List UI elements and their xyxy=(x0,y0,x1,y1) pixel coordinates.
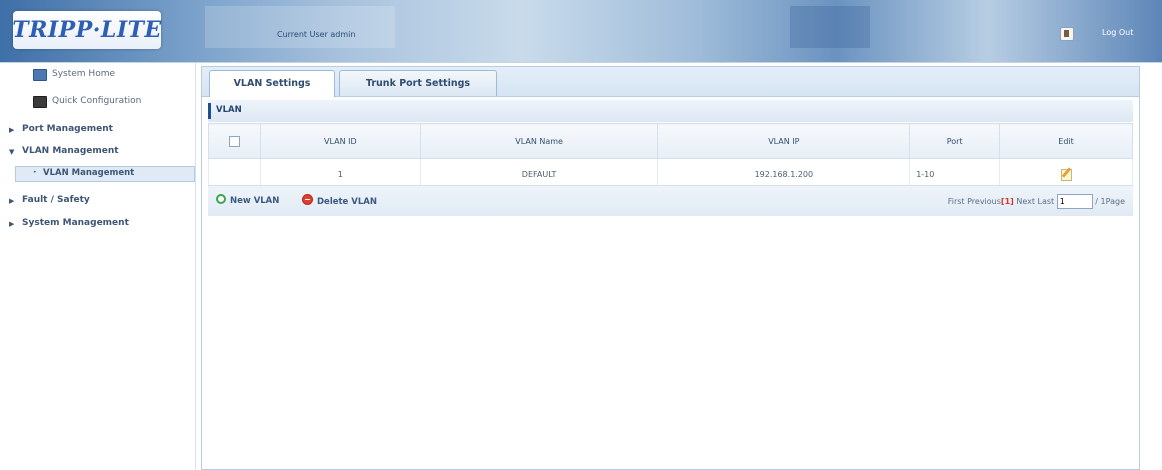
sidebar-item-port-management[interactable]: Port Management xyxy=(22,124,113,134)
pagination: First Previous[1] Next Last / 1Page xyxy=(948,194,1125,209)
table-header-row: VLAN ID VLAN Name VLAN IP Port Edit xyxy=(208,123,1133,159)
vlan-table: VLAN ID VLAN Name VLAN IP Port Edit 1 DE… xyxy=(208,123,1133,190)
expand-arrow-icon[interactable]: ▶ xyxy=(9,126,14,134)
banner-decoration xyxy=(205,6,395,48)
pager-previous-link[interactable]: Previous xyxy=(967,197,1001,206)
delete-vlan-button[interactable]: Delete VLAN xyxy=(302,194,377,207)
section-header: VLAN xyxy=(208,100,1133,122)
main-panel: VLAN Settings Trunk Port Settings VLAN V… xyxy=(201,66,1140,470)
section-title: VLAN xyxy=(216,105,242,115)
sidebar-item-fault-safety[interactable]: Fault / Safety xyxy=(22,195,90,205)
page-number-input[interactable] xyxy=(1056,194,1093,209)
delete-icon xyxy=(302,194,313,205)
tripp-lite-logo: TRIPP·LITE xyxy=(12,11,162,49)
sidebar-nav: System Home Quick Configuration ▶ Port M… xyxy=(0,63,196,470)
banner-decoration xyxy=(790,6,870,48)
expand-arrow-icon[interactable]: ▶ xyxy=(9,220,14,228)
sidebar-item-system-home[interactable]: System Home xyxy=(52,69,115,79)
tab-vlan-settings[interactable]: VLAN Settings xyxy=(209,70,335,97)
sidebar-item-system-management[interactable]: System Management xyxy=(22,218,129,228)
section-accent-bar xyxy=(208,103,211,119)
column-header-port[interactable]: Port xyxy=(909,123,1001,159)
add-icon xyxy=(216,194,226,204)
logout-icon[interactable] xyxy=(1060,27,1074,41)
current-user-label: Current User admin xyxy=(277,30,356,39)
bullet-icon: • xyxy=(33,169,37,176)
top-banner: TRIPP·LITE Current User admin Log Out xyxy=(0,0,1162,63)
logout-link[interactable]: Log Out xyxy=(1102,28,1133,37)
sidebar-item-quick-configuration[interactable]: Quick Configuration xyxy=(52,96,141,106)
tab-trunk-port-settings[interactable]: Trunk Port Settings xyxy=(339,70,497,96)
edit-icon[interactable] xyxy=(1060,167,1073,181)
table-footer-bar: New VLAN Delete VLAN First Previous[1] N… xyxy=(208,185,1133,216)
collapse-arrow-icon[interactable]: ▼ xyxy=(9,148,14,156)
select-all-checkbox[interactable] xyxy=(228,135,240,147)
sidebar-subitem-vlan-management[interactable]: VLAN Management xyxy=(43,168,134,178)
tab-bar: VLAN Settings Trunk Port Settings xyxy=(202,67,1139,97)
new-vlan-button[interactable]: New VLAN xyxy=(216,194,279,206)
sidebar-item-vlan-management[interactable]: VLAN Management xyxy=(22,146,119,156)
new-vlan-label: New VLAN xyxy=(230,196,280,206)
quick-configuration-icon xyxy=(33,96,47,108)
expand-arrow-icon[interactable]: ▶ xyxy=(9,197,14,205)
pager-last-link[interactable]: Last xyxy=(1038,197,1055,206)
delete-vlan-label: Delete VLAN xyxy=(317,197,377,207)
column-header-edit: Edit xyxy=(999,123,1133,159)
column-header-vlan-id[interactable]: VLAN ID xyxy=(259,123,421,159)
pager-current-page: [1] xyxy=(1000,197,1014,206)
logo-text: TRIPP·LITE xyxy=(12,17,162,43)
select-all-cell xyxy=(208,123,261,159)
system-home-icon xyxy=(33,69,47,81)
column-header-vlan-ip[interactable]: VLAN IP xyxy=(657,123,911,159)
pager-next-link[interactable]: Next xyxy=(1016,197,1035,206)
column-header-vlan-name[interactable]: VLAN Name xyxy=(419,123,659,159)
pager-total: / 1Page xyxy=(1095,197,1125,206)
pager-first-link[interactable]: First xyxy=(948,197,965,206)
